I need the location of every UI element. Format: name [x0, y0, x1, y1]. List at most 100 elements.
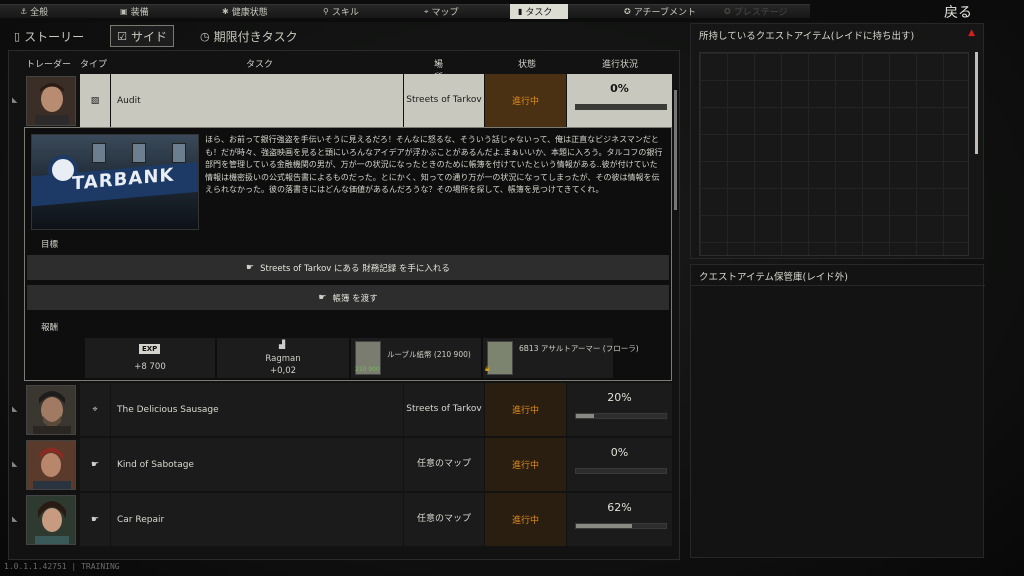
hand-icon: ☛: [90, 459, 100, 470]
header-status[interactable]: 状態: [518, 57, 536, 70]
nav-tab-prestige: ✪ プレステージ: [724, 7, 788, 18]
building-window: [92, 143, 106, 163]
drag-handle-icon: ◣: [12, 460, 18, 468]
quest-banner-image: TARBANK: [31, 134, 199, 230]
quest-list-scrollbar[interactable]: [674, 90, 677, 210]
top-navigation: ⚓ 全般 ▣ 装備 ✱ 健康状態 ⚲ スキル ⌖ マップ ▮ タスク ✪ アチーブメント ✪ プ…: [0, 0, 1024, 22]
trader-portrait: [26, 76, 76, 126]
map-pin-icon: ⌖: [424, 6, 429, 16]
armor-item-icon: [487, 341, 513, 375]
task-progress: 20%: [567, 383, 672, 436]
task-status: 進行中: [485, 493, 566, 546]
carried-items-scrollbar[interactable]: [975, 52, 978, 154]
quest-row-car-repair[interactable]: ◣ ☛ Car Repair 任意のマップ 進行中 62%: [8, 493, 672, 546]
nav-tab-overall[interactable]: ⚓ 全般: [20, 5, 48, 18]
quest-table-header: トレーダー タイプ タスク 場所 ⌄ 状態 進行状況: [26, 57, 639, 83]
rewards-label: 報酬: [41, 323, 59, 333]
task-location: 任意のマップ: [404, 493, 484, 546]
task-category-tabs: ▯ ストーリー ☑ サイド ◷ 期限付きタスク: [8, 24, 324, 48]
tasks-icon: ▮: [518, 7, 523, 16]
trader-avatar-icon: [27, 441, 75, 489]
tab-timed[interactable]: ◷ 期限付きタスク: [194, 25, 304, 47]
drag-handle-icon: ◣: [12, 515, 18, 523]
task-name: Car Repair: [111, 493, 403, 546]
header-trader[interactable]: トレーダー: [26, 57, 71, 70]
nav-tab-skills[interactable]: ⚲ スキル: [323, 5, 359, 18]
progress-fill: [576, 524, 632, 528]
reputation-trader: Ragman: [265, 354, 301, 364]
skills-icon: ⚲: [323, 7, 329, 16]
trader-portrait: [26, 440, 76, 490]
progress-percent: 0%: [610, 82, 629, 95]
tab-side[interactable]: ☑ サイド: [110, 25, 174, 47]
carried-items-grid[interactable]: [699, 52, 969, 256]
nav-tab-map[interactable]: ⌖ マップ: [424, 5, 459, 19]
armor-item-name: 6B13 アサルトアーマー (フローラ): [519, 344, 639, 353]
task-progress: 0%: [567, 74, 672, 127]
version-label: 1.0.1.1.42751 | TRAINING: [4, 562, 120, 571]
back-button[interactable]: 戻る: [944, 2, 972, 22]
trader-avatar-icon: [27, 386, 75, 434]
roubles-stack-count: 210 900: [355, 366, 380, 373]
rewards-row: EXP +8 700 ▟ Ragman +0,02 210 900 ルーブル紙幣…: [27, 338, 669, 380]
location-pin-icon: ⌖: [92, 404, 98, 415]
building-window: [132, 143, 146, 163]
progress-percent: 0%: [610, 446, 629, 459]
building-window: [172, 143, 186, 163]
task-location: 任意のマップ: [404, 438, 484, 491]
task-progress: 0%: [567, 438, 672, 491]
stash-title: クエストアイテム保管庫(レイド外): [699, 272, 848, 283]
trader-portrait: [26, 385, 76, 435]
quest-details: TARBANK ほら、お前って銀行強盗を手伝いそうに見えるだろ！そんなに怒るな、…: [24, 127, 672, 381]
hand-icon: ☛: [90, 514, 100, 525]
task-status: 進行中: [485, 74, 566, 127]
trader-avatar-icon: [27, 496, 75, 544]
progress-bar: [575, 413, 667, 419]
progress-percent: 20%: [607, 391, 632, 404]
drag-handle-icon: ◣: [12, 96, 18, 104]
task-progress: 62%: [567, 493, 672, 546]
story-icon: ▯: [14, 29, 21, 43]
objective-item: ☛ 帳簿 を渡す: [27, 285, 669, 310]
quest-row-delicious-sausage[interactable]: ◣ ⌖ The Delicious Sausage Streets of Tar…: [8, 383, 672, 436]
task-location: Streets of Tarkov: [404, 74, 484, 127]
chevron-down-icon: ⌄: [434, 57, 442, 67]
header-type[interactable]: タイプ: [80, 57, 107, 70]
nav-tab-tasks[interactable]: ▮ タスク: [510, 4, 569, 19]
reward-armor[interactable]: 🔒︎ 6B13 アサルトアーマー (フローラ): [483, 338, 639, 378]
task-status: 進行中: [485, 383, 566, 436]
task-location: Streets of Tarkov: [404, 383, 484, 436]
quest-description: ほら、お前って銀行強盗を手伝いそうに見えるだろ！そんなに怒るな、そういう話じゃな…: [205, 135, 663, 194]
trader-portrait: [26, 495, 76, 545]
reward-roubles[interactable]: 210 900 ルーブル紙幣 (210 900): [351, 338, 481, 378]
exp-badge: EXP: [139, 344, 161, 354]
task-type-cell: ⌖: [80, 383, 110, 436]
task-name: The Delicious Sausage: [111, 383, 403, 436]
header-task[interactable]: タスク: [246, 57, 273, 70]
quest-row-kind-of-sabotage[interactable]: ◣ ☛ Kind of Sabotage 任意のマップ 進行中 0%: [8, 438, 672, 491]
nav-tab-achievements[interactable]: ✪ アチーブメント: [624, 5, 696, 18]
exp-value: +8 700: [134, 362, 166, 372]
progress-bar: [575, 468, 667, 474]
objective-item: ☛ Streets of Tarkov にある 財務記録 を手に入れる: [27, 255, 669, 280]
header-progress[interactable]: 進行状況: [602, 57, 638, 70]
clock-icon: ◷: [199, 29, 210, 43]
anchor-icon: ⚓: [20, 7, 28, 16]
lock-icon: 🔒︎: [485, 364, 490, 374]
tab-story[interactable]: ▯ ストーリー: [8, 25, 90, 47]
drag-handle-icon: ◣: [12, 405, 18, 413]
objectives-label: 目標: [41, 240, 59, 250]
hand-icon: ☛: [246, 262, 255, 273]
divider: [691, 285, 985, 286]
progress-fill: [576, 414, 594, 418]
quest-row-audit[interactable]: ◣ ▨ Audit Streets of Tarkov 進行中 0%: [8, 74, 672, 127]
task-status: 進行中: [485, 438, 566, 491]
nav-tab-gear[interactable]: ▣ 装備: [120, 5, 149, 18]
nav-tab-health[interactable]: ✱ 健康状態: [222, 5, 268, 18]
prestige-icon: ✪: [724, 7, 731, 16]
progress-bar: [575, 104, 667, 110]
task-type-cell: ☛: [80, 493, 110, 546]
task-name: Kind of Sabotage: [111, 438, 403, 491]
checkmark-icon: ☑: [117, 29, 127, 43]
warning-icon: ▲: [968, 28, 975, 38]
